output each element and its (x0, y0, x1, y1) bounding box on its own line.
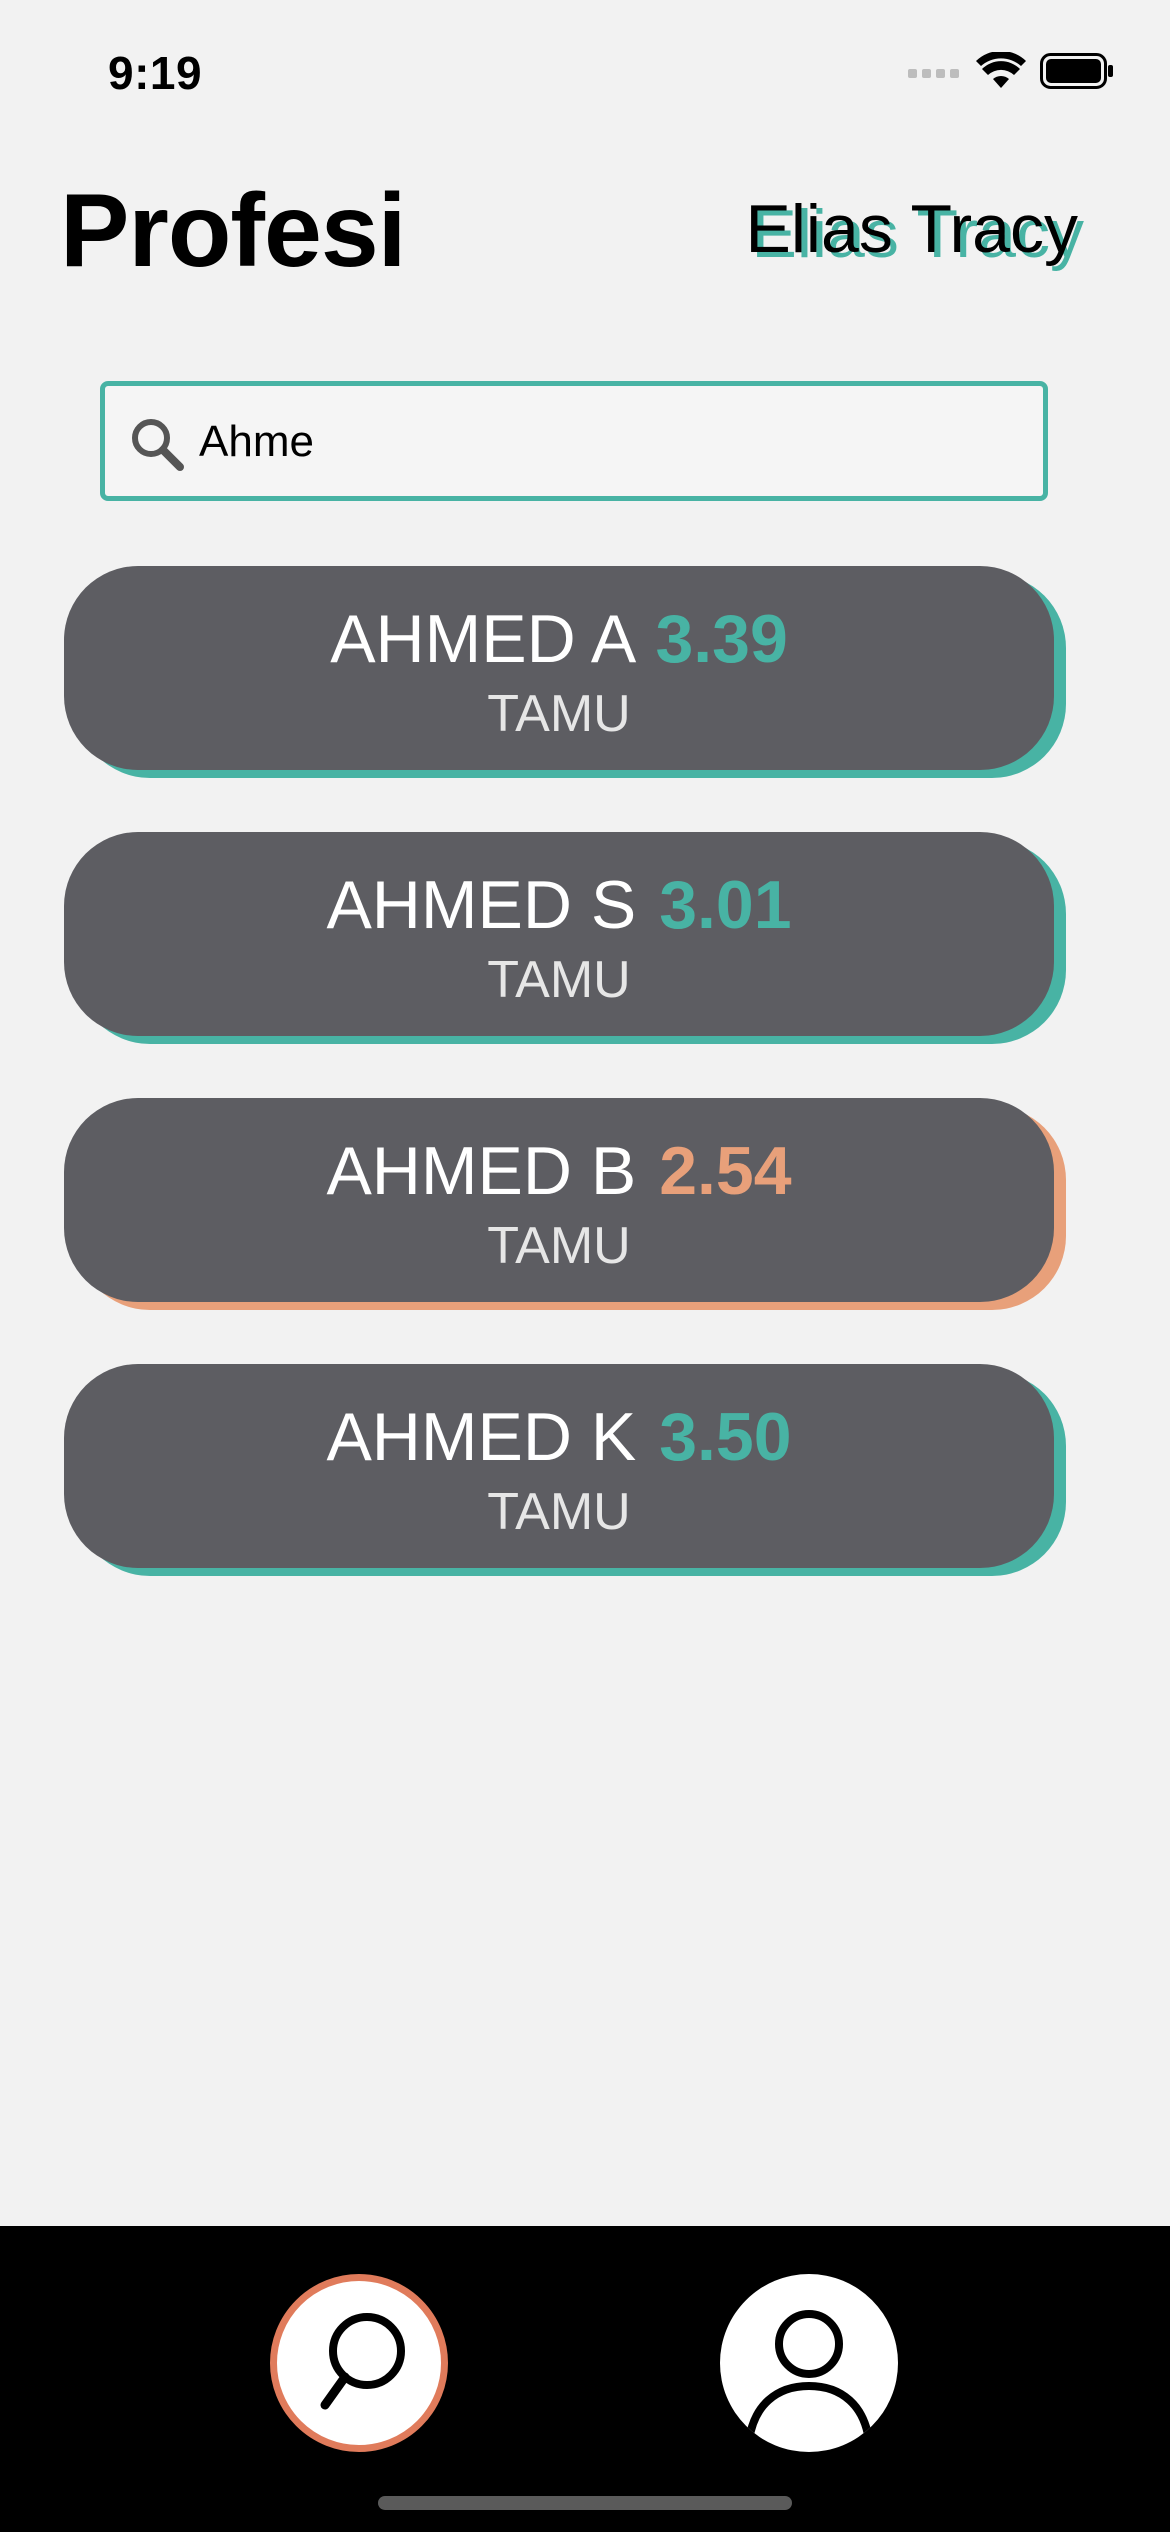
status-bar: 9:19 (0, 0, 1170, 150)
home-indicator[interactable] (378, 2496, 792, 2510)
search-input[interactable] (197, 406, 1021, 478)
professor-rating: 3.39 (655, 601, 788, 677)
status-icons (908, 52, 1114, 90)
professor-name: AHMED B (326, 1133, 637, 1209)
user-name[interactable]: Elias Tracy (745, 190, 1078, 268)
search-field[interactable] (100, 381, 1048, 501)
professor-name: AHMED S (326, 867, 637, 943)
app-title: Profesi (60, 173, 407, 289)
card-body[interactable]: AHMED B 2.54 TAMU (64, 1098, 1054, 1302)
professor-name: AHMED A (330, 601, 633, 677)
tab-profile[interactable] (720, 2274, 898, 2452)
professor-rating: 3.50 (659, 1399, 792, 1475)
tab-bar (0, 2226, 1170, 2532)
card-body[interactable]: AHMED K 3.50 TAMU (64, 1364, 1054, 1568)
search-icon (132, 419, 184, 471)
professor-school: TAMU (487, 685, 631, 743)
signal-icon (908, 69, 959, 78)
search-icon (320, 2313, 405, 2410)
result-card[interactable]: AHMED B 2.54 TAMU (64, 1098, 1066, 1310)
card-body[interactable]: AHMED A 3.39 TAMU (64, 566, 1054, 770)
battery-icon (1040, 53, 1113, 89)
professor-school: TAMU (487, 1483, 631, 1541)
card-title: AHMED K 3.50 (64, 1398, 1054, 1476)
tab-search[interactable] (270, 2274, 448, 2452)
profile-icon (744, 2310, 874, 2452)
result-card[interactable]: AHMED S 3.01 TAMU (64, 832, 1066, 1044)
result-card[interactable]: AHMED K 3.50 TAMU (64, 1364, 1066, 1576)
result-card[interactable]: AHMED A 3.39 TAMU (64, 566, 1066, 778)
professor-rating: 2.54 (659, 1133, 792, 1209)
wifi-icon (976, 52, 1026, 88)
professor-name: AHMED K (326, 1399, 637, 1475)
professor-school: TAMU (487, 951, 631, 1009)
card-title: AHMED A 3.39 (64, 600, 1054, 678)
card-title: AHMED S 3.01 (64, 866, 1054, 944)
card-body[interactable]: AHMED S 3.01 TAMU (64, 832, 1054, 1036)
professor-rating: 3.01 (659, 867, 792, 943)
status-time: 9:19 (108, 47, 203, 99)
card-title: AHMED B 2.54 (64, 1132, 1054, 1210)
professor-school: TAMU (487, 1217, 631, 1275)
